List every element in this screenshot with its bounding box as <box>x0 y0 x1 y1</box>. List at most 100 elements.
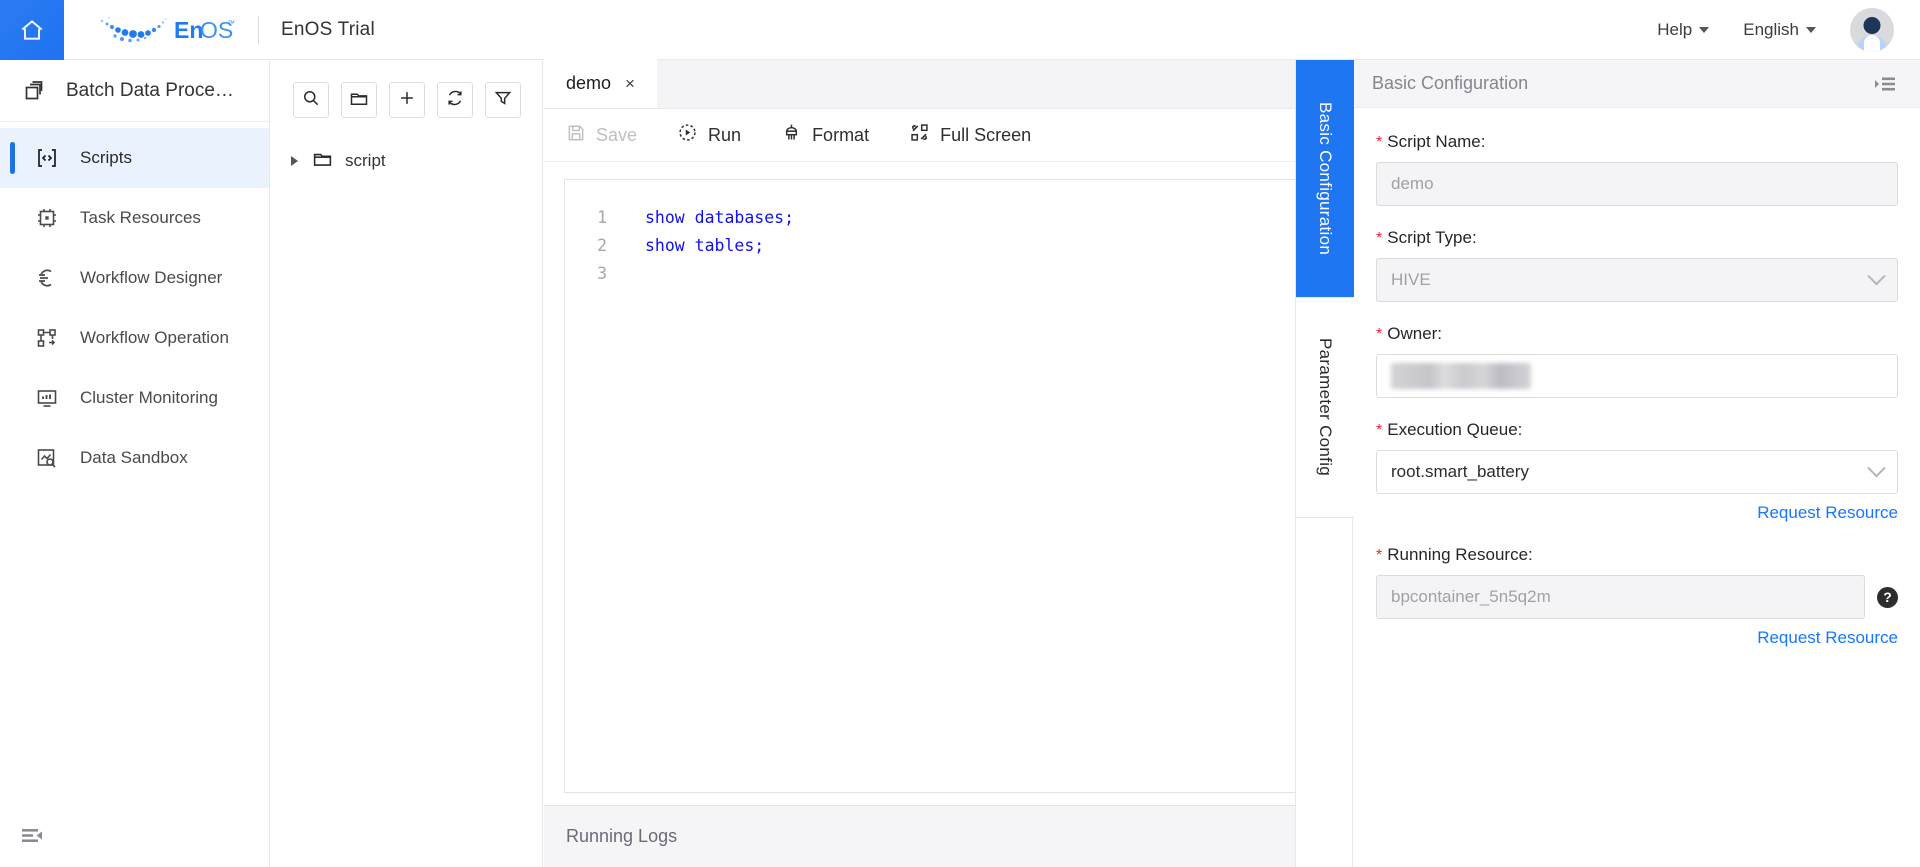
home-button[interactable] <box>0 0 64 60</box>
owner-input[interactable] <box>1376 354 1898 398</box>
run-button[interactable]: Run <box>677 122 741 148</box>
question-mark-icon[interactable]: ? <box>1877 586 1898 608</box>
fullscreen-icon <box>909 122 930 148</box>
request-resource-link-queue[interactable]: Request Resource <box>1757 503 1898 522</box>
running-resource-label-text: Running Resource: <box>1387 545 1533 564</box>
sidebar-item-label: Workflow Operation <box>80 328 229 347</box>
tab-basic-configuration[interactable]: Basic Configuration <box>1296 60 1354 298</box>
line-content <box>623 260 645 288</box>
avatar[interactable] <box>1850 7 1894 52</box>
save-icon <box>566 123 586 148</box>
svg-text:En: En <box>174 17 203 43</box>
sidebar-item-cluster-monitoring[interactable]: Cluster Monitoring <box>0 368 269 428</box>
help-label: Help <box>1657 19 1693 39</box>
line-content: show tables; <box>645 236 765 255</box>
avatar-collar <box>1864 34 1880 52</box>
script-name-label-text: Script Name: <box>1387 132 1486 151</box>
workflow-designer-icon <box>34 265 60 291</box>
owner-value-redacted <box>1391 363 1531 389</box>
chevron-down-icon <box>1867 266 1886 285</box>
sidebar-header-label: Batch Data Proce… <box>66 79 234 101</box>
sidebar-item-label: Workflow Designer <box>80 268 223 287</box>
execution-queue-label-text: Execution Queue: <box>1387 420 1523 439</box>
brand: En OS ™ EnOS Trial <box>88 9 375 51</box>
save-button[interactable]: Save <box>566 123 637 148</box>
language-label: English <box>1743 19 1799 39</box>
language-menu[interactable]: English <box>1743 20 1816 40</box>
sidebar-header: Batch Data Proce… <box>0 60 269 122</box>
running-resource-input[interactable]: bpcontainer_5n5q2m <box>1376 575 1865 619</box>
panel-collapse-icon[interactable] <box>1874 75 1898 93</box>
sidebar-item-workflow-operation[interactable]: Workflow Operation <box>0 308 269 368</box>
owner-label-text: Owner: <box>1387 324 1443 343</box>
execution-queue-link-row: Request Resource <box>1376 503 1898 523</box>
new-folder-icon <box>349 88 369 113</box>
editor-tab-demo[interactable]: demo × <box>544 59 657 108</box>
sidebar-item-data-sandbox[interactable]: Data Sandbox <box>0 428 269 488</box>
field-script-name: * Script Name: demo <box>1376 132 1898 206</box>
save-label: Save <box>596 124 638 145</box>
required-asterisk: * <box>1376 230 1383 247</box>
required-asterisk: * <box>1376 134 1383 151</box>
running-logs-title: Running Logs <box>566 826 678 846</box>
full-screen-button[interactable]: Full Screen <box>909 122 1031 148</box>
config-panel: Basic Configuration * Script Name: demo <box>1354 60 1920 867</box>
editor-tab-label: demo <box>566 73 612 93</box>
script-name-label: * Script Name: <box>1376 132 1898 152</box>
required-asterisk: * <box>1376 326 1383 343</box>
field-execution-queue: * Execution Queue: root.smart_battery Re… <box>1376 420 1898 523</box>
sidebar: Batch Data Proce… Scripts Task Resources <box>0 60 270 867</box>
chevron-down-icon <box>1867 458 1886 477</box>
close-icon[interactable]: × <box>625 75 635 92</box>
script-name-input[interactable]: demo <box>1376 162 1898 206</box>
sandbox-search-icon <box>34 445 60 471</box>
code-area[interactable]: 1 show databases; 2 show tables; 3 <box>565 180 1296 288</box>
chip-icon <box>34 205 60 231</box>
script-type-select[interactable]: HIVE <box>1376 258 1898 302</box>
top-bar-actions: Help English <box>1657 7 1920 52</box>
avatar-head <box>1863 16 1881 34</box>
refresh-button[interactable] <box>437 82 473 118</box>
running-logs-panel[interactable]: Running Logs <box>544 805 1317 867</box>
filter-button[interactable] <box>485 82 521 118</box>
running-resource-value: bpcontainer_5n5q2m <box>1391 587 1551 606</box>
execution-queue-select[interactable]: root.smart_battery <box>1376 450 1898 494</box>
add-button[interactable] <box>389 82 425 118</box>
sidebar-item-scripts[interactable]: Scripts <box>0 128 269 188</box>
svg-text:™: ™ <box>227 19 235 28</box>
line-content: show databases; <box>645 208 795 227</box>
new-folder-button[interactable] <box>341 82 377 118</box>
right-vertical-tabs: Basic Configuration Parameter Config <box>1295 60 1354 867</box>
stacked-layers-icon <box>22 78 48 104</box>
tree-item-script[interactable]: script <box>271 144 542 178</box>
plus-icon <box>397 88 417 113</box>
chevron-down-icon <box>1806 26 1816 33</box>
format-button[interactable]: Format <box>781 122 869 148</box>
editor-panel: demo × Save Run Format Full Screen 1 sho… <box>544 59 1317 867</box>
running-resource-row: bpcontainer_5n5q2m ? <box>1376 575 1898 619</box>
refresh-icon <box>445 88 465 113</box>
sidebar-item-label: Scripts <box>80 148 132 167</box>
sidebar-item-task-resources[interactable]: Task Resources <box>0 188 269 248</box>
field-script-type: * Script Type: HIVE <box>1376 228 1898 302</box>
enos-logo-icon: En OS ™ <box>100 17 235 43</box>
code-editor[interactable]: 1 show databases; 2 show tables; 3 <box>564 179 1297 793</box>
script-type-label-text: Script Type: <box>1387 228 1477 247</box>
code-line: 1 show databases; <box>565 204 1296 232</box>
tab-parameter-config[interactable]: Parameter Config <box>1296 298 1354 518</box>
search-button[interactable] <box>293 82 329 118</box>
run-label: Run <box>708 124 742 145</box>
request-resource-link-running[interactable]: Request Resource <box>1757 628 1898 647</box>
sidebar-item-workflow-designer[interactable]: Workflow Designer <box>0 248 269 308</box>
chevron-right-icon[interactable] <box>291 156 298 166</box>
owner-label: * Owner: <box>1376 324 1898 344</box>
product-title: EnOS Trial <box>281 18 375 40</box>
field-running-resource: * Running Resource: bpcontainer_5n5q2m ?… <box>1376 545 1898 648</box>
running-resource-link-row: Request Resource <box>1376 628 1898 648</box>
help-menu[interactable]: Help <box>1657 19 1710 40</box>
sidebar-item-label: Task Resources <box>80 208 201 227</box>
collapse-sidebar-icon[interactable] <box>20 823 50 849</box>
script-type-label: * Script Type: <box>1376 228 1898 248</box>
editor-toolbar: Save Run Format Full Screen <box>544 109 1317 162</box>
line-number: 1 <box>597 208 607 227</box>
